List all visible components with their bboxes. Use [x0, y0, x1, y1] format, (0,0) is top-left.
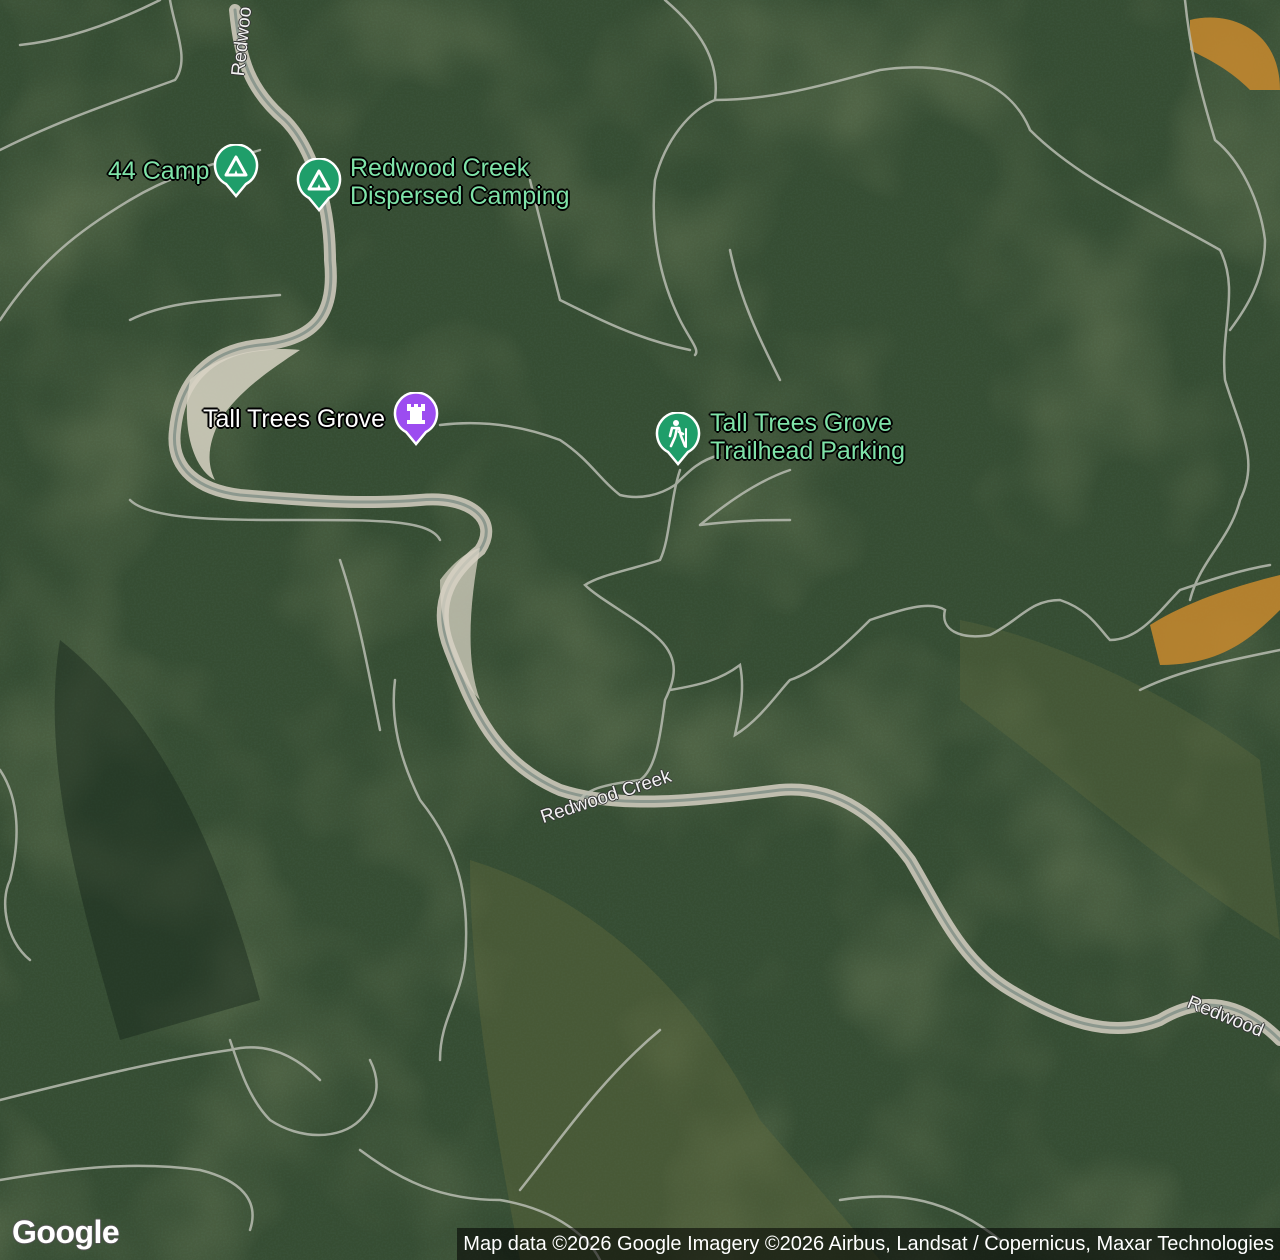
campground-icon[interactable] — [213, 144, 259, 198]
poi-label-line2: Trailhead Parking — [710, 437, 906, 465]
poi-label-line1: Redwood Creek — [350, 154, 530, 182]
campground-icon[interactable] — [296, 158, 342, 212]
poi-44-camp-label: 44 Camp — [108, 157, 210, 185]
poi-tall-trees-grove[interactable]: Tall Trees Grove — [203, 392, 439, 446]
map-attribution[interactable]: Map data ©2026 Google Imagery ©2026 Airb… — [457, 1228, 1280, 1260]
poi-redwood-creek-dispersed-camping[interactable]: Redwood Creek Dispersed Camping — [296, 154, 570, 212]
poi-tall-trees-grove-trailhead-parking-label: Tall Trees Grove Trailhead Parking — [710, 409, 905, 465]
poi-44-camp[interactable]: 44 Camp — [108, 144, 259, 198]
landmark-icon[interactable] — [393, 392, 439, 446]
hiker-icon[interactable] — [655, 412, 701, 466]
google-logo: Google — [12, 1214, 120, 1250]
poi-redwood-creek-dispersed-camping-label: Redwood Creek Dispersed Camping — [350, 154, 570, 210]
poi-label-line1: Tall Trees Grove — [710, 409, 893, 437]
poi-tall-trees-grove-label: Tall Trees Grove — [203, 405, 386, 433]
poi-tall-trees-grove-trailhead-parking[interactable]: Tall Trees Grove Trailhead Parking — [655, 409, 905, 466]
poi-label-line2: Dispersed Camping — [350, 182, 570, 210]
